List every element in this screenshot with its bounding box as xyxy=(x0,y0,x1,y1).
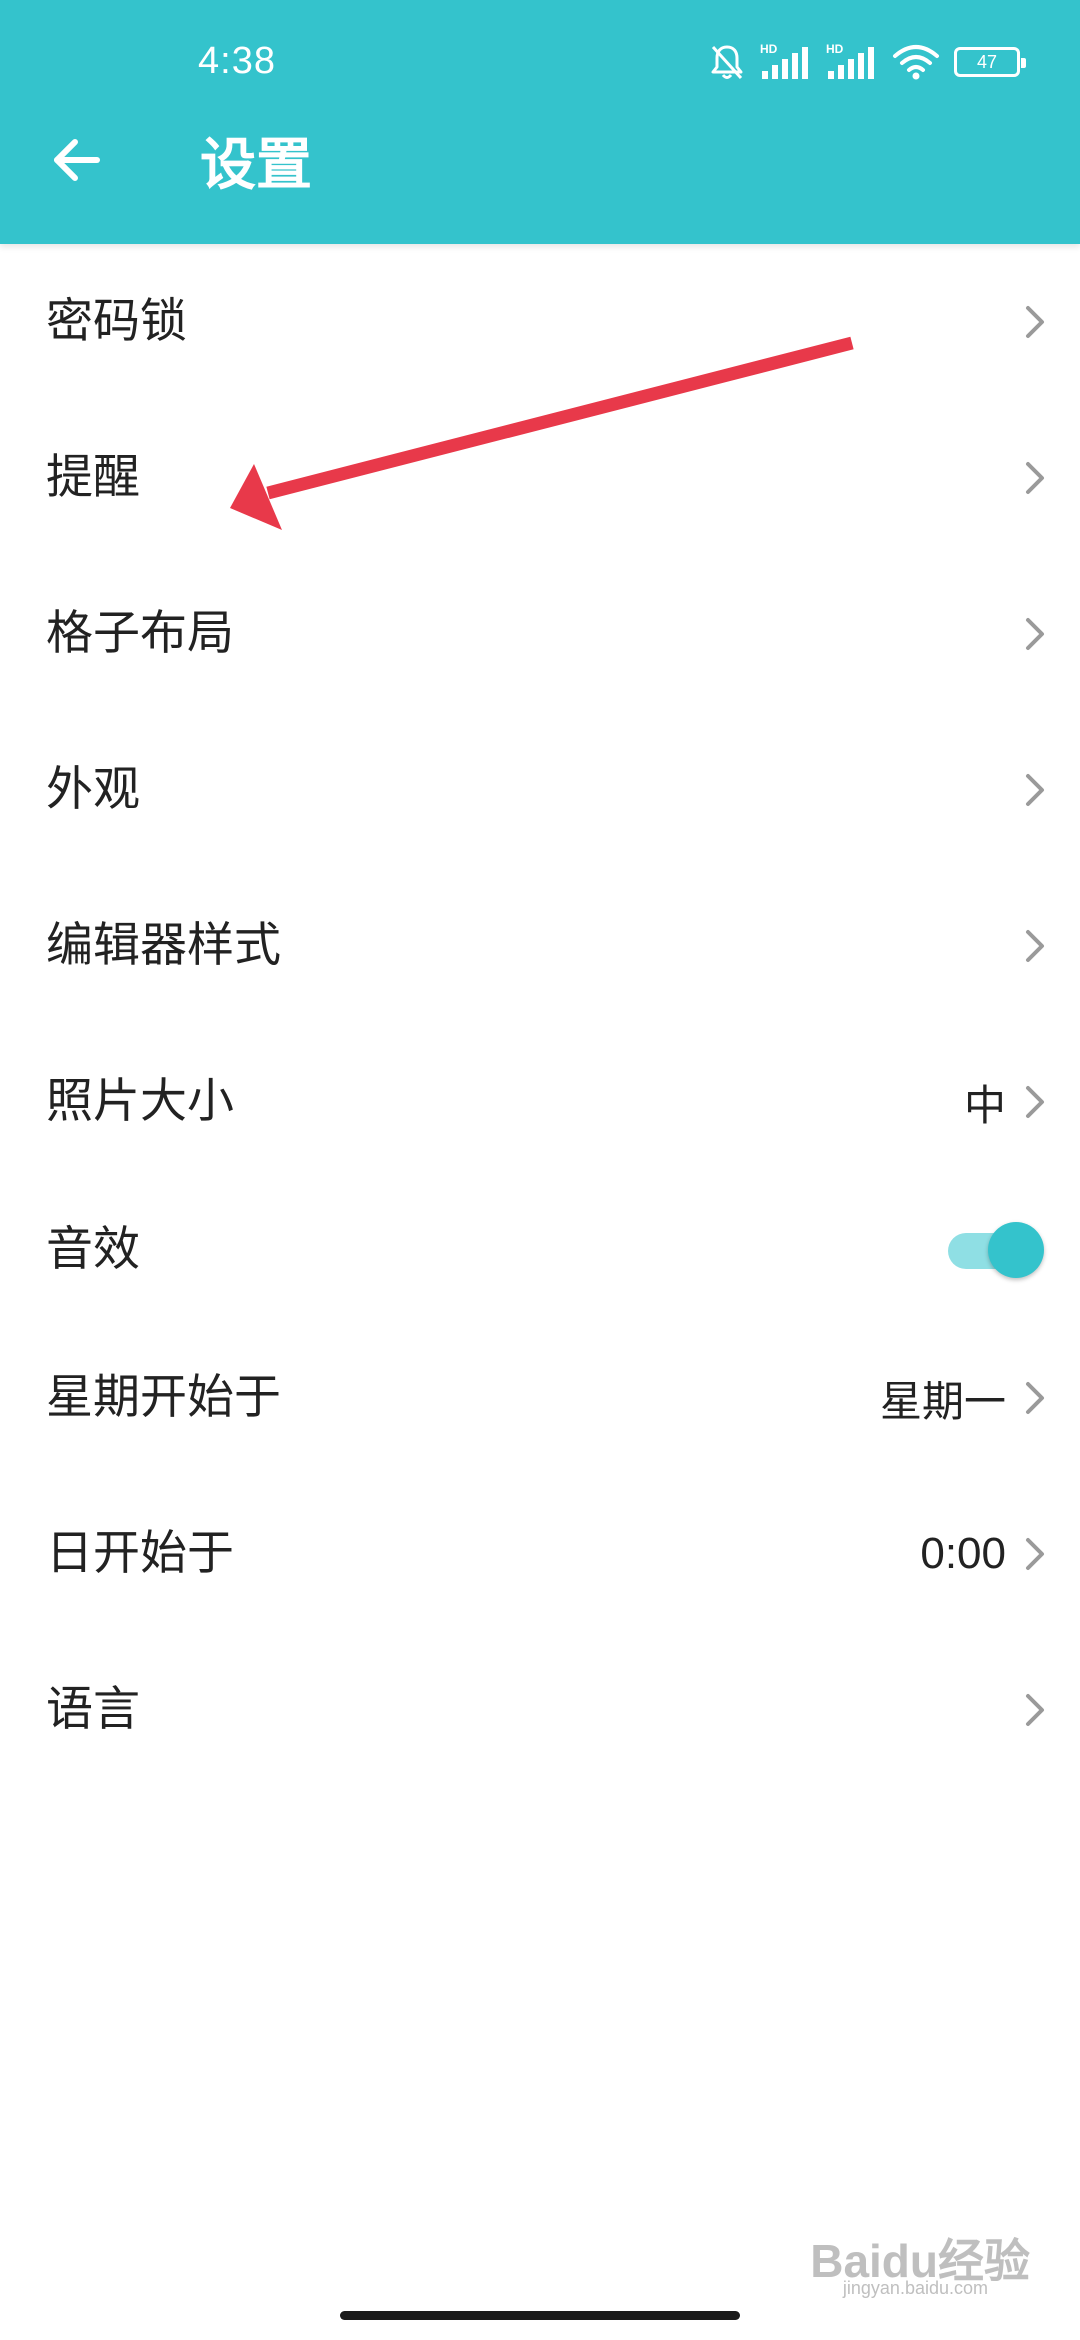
chevron-right-icon xyxy=(1020,456,1050,500)
setting-label: 提醒 xyxy=(46,450,140,505)
chevron-right-icon xyxy=(1020,1376,1050,1420)
page-title: 设置 xyxy=(200,133,312,198)
setting-sound-effects: 音效 xyxy=(0,1180,1080,1320)
watermark-url: jingyan.baidu.com xyxy=(842,2278,988,2298)
svg-text:HD: HD xyxy=(826,42,844,56)
bell-muted-icon xyxy=(711,45,743,80)
setting-photo-size[interactable]: 照片大小 中 xyxy=(0,1024,1080,1180)
arrow-left-icon xyxy=(54,139,100,181)
sound-effects-toggle[interactable] xyxy=(948,1220,1044,1280)
setting-password-lock[interactable]: 密码锁 xyxy=(0,244,1080,400)
wifi-icon xyxy=(893,45,939,80)
back-button[interactable] xyxy=(36,120,116,200)
chevron-right-icon xyxy=(1020,768,1050,812)
status-time: 4:38 xyxy=(198,40,276,82)
setting-week-start[interactable]: 星期开始于 星期一 xyxy=(0,1320,1080,1476)
chevron-right-icon xyxy=(1020,1080,1050,1124)
signal-hd-icon: HD xyxy=(760,42,808,79)
home-indicator[interactable] xyxy=(340,2311,740,2320)
app-bar: 4:38 HD HD 47 设置 xyxy=(0,0,1080,244)
status-icons: HD HD 47 xyxy=(708,38,1026,86)
toggle-thumb xyxy=(988,1222,1044,1278)
battery-icon: 47 xyxy=(954,47,1026,77)
setting-label: 日开始于 xyxy=(46,1526,234,1581)
setting-editor-style[interactable]: 编辑器样式 xyxy=(0,868,1080,1024)
svg-text:HD: HD xyxy=(760,42,778,56)
setting-label: 密码锁 xyxy=(46,294,187,349)
battery-level: 47 xyxy=(976,51,998,72)
setting-label: 语言 xyxy=(46,1682,140,1737)
setting-label: 格子布局 xyxy=(46,606,234,661)
settings-list: 密码锁 提醒 格子布局 外观 编辑器样式 照片大小 中 音效 星期开始于 星期一… xyxy=(0,244,1080,1788)
chevron-right-icon xyxy=(1020,300,1050,344)
setting-label: 星期开始于 xyxy=(46,1370,281,1425)
setting-reminder[interactable]: 提醒 xyxy=(0,400,1080,556)
setting-language[interactable]: 语言 xyxy=(0,1632,1080,1788)
setting-label: 编辑器样式 xyxy=(46,918,281,973)
setting-value: 星期一 xyxy=(879,1376,1006,1426)
chevron-right-icon xyxy=(1020,924,1050,968)
setting-label: 外观 xyxy=(46,762,140,817)
setting-label: 音效 xyxy=(46,1222,140,1277)
setting-grid-layout[interactable]: 格子布局 xyxy=(0,556,1080,712)
chevron-right-icon xyxy=(1020,612,1050,656)
signal-hd-2-icon: HD xyxy=(826,42,874,79)
setting-label: 照片大小 xyxy=(46,1074,234,1129)
setting-value: 0:00 xyxy=(920,1529,1006,1578)
setting-day-start[interactable]: 日开始于 0:00 xyxy=(0,1476,1080,1632)
chevron-right-icon xyxy=(1020,1532,1050,1576)
chevron-right-icon xyxy=(1020,1688,1050,1732)
setting-value: 中 xyxy=(963,1080,1006,1130)
setting-appearance[interactable]: 外观 xyxy=(0,712,1080,868)
